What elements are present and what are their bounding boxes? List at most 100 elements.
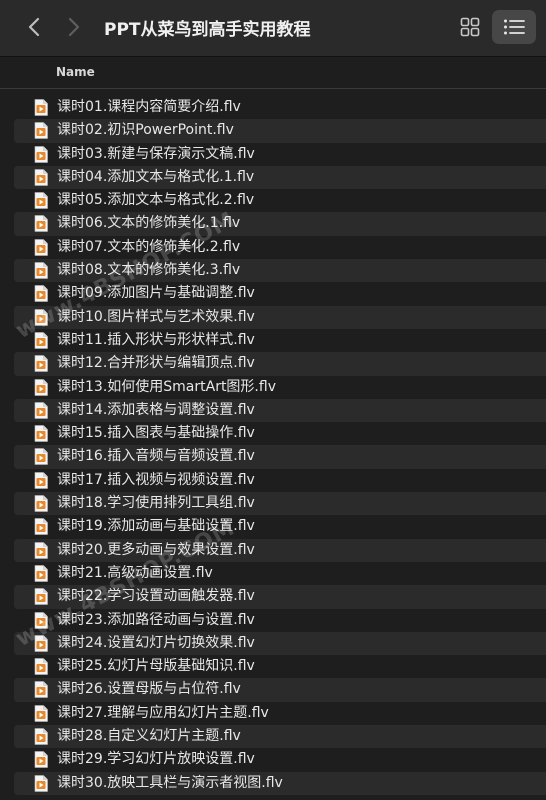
file-row[interactable]: 课时18.学习使用排列工具组.flv: [14, 492, 546, 516]
video-file-icon: [34, 332, 48, 349]
file-row[interactable]: 课时06.文本的修饰美化.1.flv: [14, 212, 546, 236]
video-file-icon: [34, 285, 48, 303]
back-button[interactable]: [20, 12, 48, 42]
file-name: 课时08.文本的修饰美化.3.flv: [57, 262, 241, 279]
toolbar: PPT从菜鸟到高手实用教程: [0, 0, 546, 56]
video-file-icon: [34, 588, 48, 606]
name-column-header[interactable]: Name: [56, 65, 95, 79]
file-row[interactable]: 课时27.理解与应用幻灯片主题.flv: [14, 702, 546, 725]
file-row[interactable]: 课时29.学习幻灯片放映设置.flv: [14, 748, 546, 771]
file-row[interactable]: 课时25.幻灯片母版基础知识.flv: [14, 655, 546, 678]
file-row[interactable]: 课时07.文本的修饰美化.2.flv: [14, 236, 546, 259]
file-row[interactable]: 课时12.合并形状与编辑顶点.flv: [14, 352, 546, 376]
file-row[interactable]: 课时26.设置母版与占位符.flv: [14, 678, 546, 702]
window-title: PPT从菜鸟到高手实用教程: [104, 20, 311, 40]
video-file-icon: [34, 658, 48, 675]
video-file-icon: [34, 378, 48, 396]
file-row[interactable]: 课时20.更多动画与效果设置.flv: [14, 538, 546, 562]
file-row[interactable]: 课时02.初识PowerPoint.flv: [14, 119, 546, 143]
file-name: 课时14.添加表格与调整设置.flv: [57, 401, 255, 418]
video-file-icon: [34, 541, 48, 559]
video-file-icon: [34, 169, 48, 186]
file-row[interactable]: 课时05.添加文本与格式化.2.flv: [14, 189, 546, 212]
video-file-icon: [34, 704, 48, 722]
file-name: 课时03.新建与保存演示文稿.flv: [57, 145, 255, 162]
file-name: 课时26.设置母版与占位符.flv: [57, 681, 241, 698]
file-name: 课时17.插入视频与视频设置.flv: [57, 471, 255, 488]
video-file-icon: [34, 308, 48, 326]
file-name: 课时15.插入图表与基础操作.flv: [57, 425, 255, 442]
file-row[interactable]: 课时08.文本的修饰美化.3.flv: [14, 259, 546, 283]
file-name: 课时06.文本的修饰美化.1.flv: [57, 215, 241, 232]
file-row[interactable]: 课时28.自定义幻灯片主题.flv: [14, 725, 546, 749]
video-file-icon: [34, 611, 48, 629]
file-row[interactable]: 课时16.插入音频与音频设置.flv: [14, 445, 546, 469]
file-name: 课时23.添加路径动画与设置.flv: [57, 611, 255, 628]
video-file-icon: [34, 518, 48, 536]
file-name: 课时22.学习设置动画触发器.flv: [57, 588, 255, 605]
column-header[interactable]: Name: [0, 57, 546, 89]
video-file-icon: [34, 471, 48, 489]
file-row[interactable]: 课时22.学习设置动画触发器.flv: [14, 585, 546, 609]
file-name: 课时28.自定义幻灯片主题.flv: [57, 728, 241, 745]
list-view-button[interactable]: [492, 10, 536, 44]
file-name: 课时12.合并形状与编辑顶点.flv: [57, 355, 255, 372]
video-file-icon: [34, 145, 48, 163]
video-file-icon: [34, 425, 48, 442]
file-name: 课时01.课程内容简要介绍.flv: [57, 99, 241, 115]
grid-view-icon: [460, 17, 480, 37]
file-row[interactable]: 课时14.添加表格与调整设置.flv: [14, 398, 546, 423]
file-name: 课时18.学习使用排列工具组.flv: [57, 495, 255, 512]
video-file-icon: [34, 565, 48, 582]
file-row[interactable]: 课时30.放映工具栏与演示者视图.flv: [14, 771, 546, 795]
file-name: 课时25.幻灯片母版基础知识.flv: [57, 658, 255, 675]
file-row[interactable]: 课时04.添加文本与格式化.1.flv: [14, 165, 546, 190]
file-row[interactable]: 课时23.添加路径动画与设置.flv: [14, 609, 546, 632]
file-row[interactable]: 课时13.如何使用SmartArt图形.flv: [14, 376, 546, 399]
file-name: 课时27.理解与应用幻灯片主题.flv: [57, 704, 269, 721]
video-file-icon: [34, 728, 48, 745]
file-row[interactable]: 课时15.插入图表与基础操作.flv: [14, 422, 546, 445]
grid-view-button[interactable]: [452, 12, 488, 42]
video-file-icon: [34, 238, 48, 256]
file-row[interactable]: 课时24.设置幻灯片切换效果.flv: [14, 631, 546, 656]
file-row[interactable]: 课时01.课程内容简要介绍.flv: [14, 96, 546, 119]
file-row[interactable]: 课时21.高级动画设置.flv: [14, 562, 546, 585]
file-name: 课时09.添加图片与基础调整.flv: [57, 285, 255, 302]
video-file-icon: [34, 751, 48, 769]
forward-button[interactable]: [60, 12, 88, 42]
file-name: 课时29.学习幻灯片放映设置.flv: [57, 751, 255, 768]
file-name: 课时19.添加动画与基础设置.flv: [57, 518, 255, 535]
file-list: 课时01.课程内容简要介绍.flv 课时02.初识PowerPoint.flv 课时…: [14, 96, 546, 795]
file-name: 课时11.插入形状与形状样式.flv: [57, 331, 255, 348]
file-row[interactable]: 课时11.插入形状与形状样式.flv: [14, 329, 546, 352]
file-name: 课时04.添加文本与格式化.1.flv: [57, 168, 255, 185]
chevron-right-icon: [68, 17, 80, 37]
video-file-icon: [34, 262, 48, 279]
video-file-icon: [34, 122, 48, 140]
video-file-icon: [34, 635, 48, 652]
video-file-icon: [34, 774, 48, 792]
video-file-icon: [34, 495, 48, 512]
video-file-icon: [34, 99, 48, 116]
file-name: 课时10.图片样式与艺术效果.flv: [57, 308, 255, 325]
file-row[interactable]: 课时19.添加动画与基础设置.flv: [14, 515, 546, 538]
list-view-icon: [504, 19, 525, 35]
chevron-left-icon: [28, 17, 40, 37]
file-row[interactable]: 课时03.新建与保存演示文稿.flv: [14, 143, 546, 166]
video-file-icon: [34, 448, 48, 466]
file-row[interactable]: 课时10.图片样式与艺术效果.flv: [14, 305, 546, 329]
file-row[interactable]: 课时17.插入视频与视频设置.flv: [14, 469, 546, 492]
file-name: 课时05.添加文本与格式化.2.flv: [57, 192, 255, 209]
video-file-icon: [34, 402, 48, 419]
video-file-icon: [34, 215, 48, 233]
file-name: 课时30.放映工具栏与演示者视图.flv: [57, 774, 283, 791]
file-name: 课时21.高级动画设置.flv: [57, 564, 213, 581]
video-file-icon: [34, 192, 48, 209]
file-name: 课时13.如何使用SmartArt图形.flv: [57, 378, 276, 395]
file-name: 课时20.更多动画与效果设置.flv: [57, 541, 255, 558]
file-name: 课时24.设置幻灯片切换效果.flv: [57, 634, 255, 651]
video-file-icon: [34, 355, 48, 373]
file-name: 课时07.文本的修饰美化.2.flv: [57, 238, 241, 255]
file-row[interactable]: 课时09.添加图片与基础调整.flv: [14, 282, 546, 305]
